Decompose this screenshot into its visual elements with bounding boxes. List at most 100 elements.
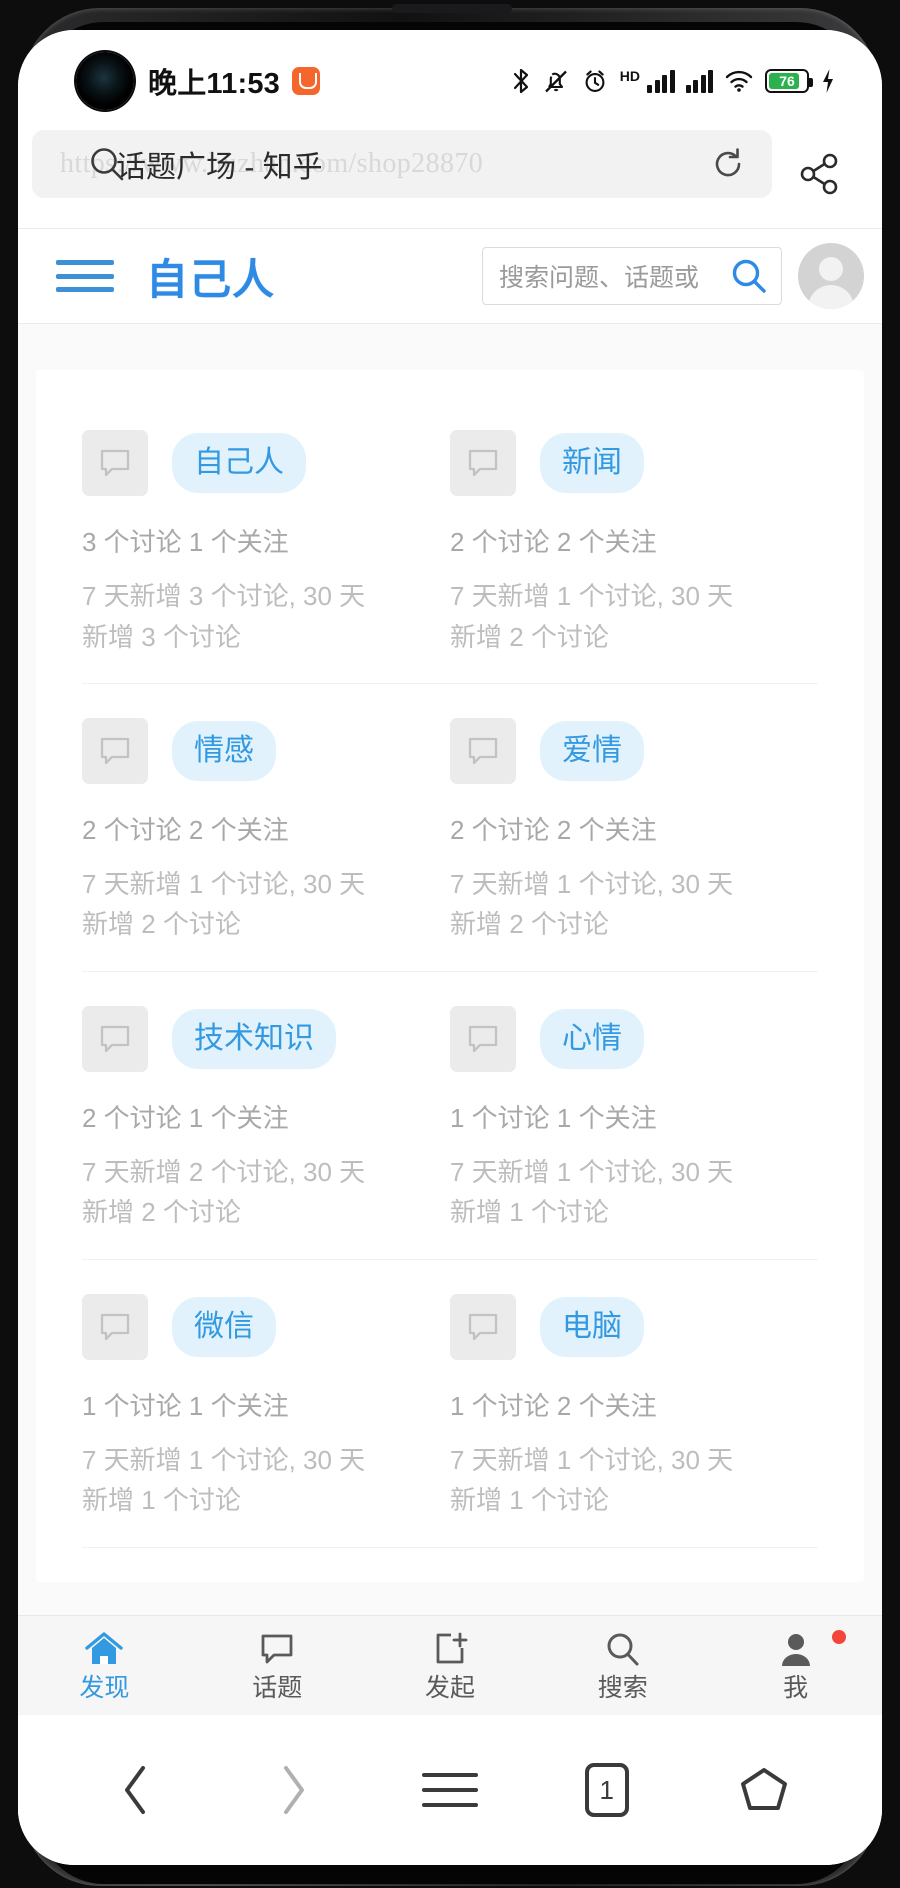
tab-topics[interactable]: 话题 xyxy=(191,1616,364,1715)
topic-header: 心情 xyxy=(450,1005,800,1072)
speech-bubble-icon xyxy=(82,717,148,784)
topic-header: 情感 xyxy=(82,717,432,784)
speech-bubble-icon xyxy=(82,1293,148,1360)
search-icon xyxy=(603,1630,643,1670)
charging-icon xyxy=(823,69,833,93)
tab-discover[interactable]: 发现 xyxy=(18,1616,191,1715)
topic-name-pill[interactable]: 爱情 xyxy=(540,720,644,781)
table-row: 技术知识 2 个讨论 1 个关注 7 天新增 2 个讨论, 30 天新增 2 个… xyxy=(82,1005,818,1260)
topic-card[interactable]: 情感 2 个讨论 2 个关注 7 天新增 1 个讨论, 30 天新增 2 个讨论 xyxy=(82,717,450,945)
compose-plus-icon xyxy=(429,1630,471,1670)
chevron-right-icon[interactable] xyxy=(215,1715,372,1865)
avatar-head xyxy=(819,257,843,281)
topic-growth: 7 天新增 1 个讨论, 30 天新增 1 个讨论 xyxy=(450,1444,734,1516)
topic-card[interactable]: 新闻 2 个讨论 2 个关注 7 天新增 1 个讨论, 30 天新增 2 个讨论 xyxy=(450,430,818,657)
share-icon[interactable] xyxy=(794,148,846,200)
status-badge xyxy=(831,1630,846,1644)
tab-create-label: 发起 xyxy=(424,1674,475,1702)
site-header: 自己人 搜索问题、话题或 xyxy=(18,228,882,324)
tab-topics-label: 话题 xyxy=(252,1674,303,1702)
tab-search[interactable]: 搜索 xyxy=(536,1616,709,1715)
topic-name-pill[interactable]: 情感 xyxy=(172,720,276,781)
topic-header: 新闻 xyxy=(450,430,800,496)
hamburger-menu-icon[interactable] xyxy=(372,1715,529,1865)
topic-stats: 1 个讨论 1 个关注 xyxy=(82,1390,289,1421)
bluetooth-icon xyxy=(513,68,528,94)
front-camera-icon xyxy=(76,52,134,110)
browser-url-bar[interactable]: https://www.huzhan.com/shop28870 话题广场 - … xyxy=(32,130,772,198)
topic-stats: 1 个讨论 1 个关注 xyxy=(450,1102,657,1133)
speech-bubble-icon xyxy=(450,717,516,784)
tab-create[interactable]: 发起 xyxy=(364,1616,537,1715)
battery-percent: 76 xyxy=(779,73,795,89)
topic-card[interactable]: 微信 1 个讨论 1 个关注 7 天新增 1 个讨论, 30 天新增 1 个讨论 xyxy=(82,1293,450,1521)
topic-growth: 7 天新增 1 个讨论, 30 天新增 1 个讨论 xyxy=(82,1444,366,1516)
url-bar-content[interactable]: https://www.huzhan.com/shop28870 话题广场 - … xyxy=(54,130,692,198)
page-title: 话题广场 - 知乎 xyxy=(116,151,323,184)
status-time: 晚上11:53 xyxy=(148,68,280,100)
phone-frame: 晚上11:53 HD 76 https://www.huzhan.com/sho… xyxy=(0,0,900,1888)
home-pentagon-icon[interactable] xyxy=(685,1715,842,1865)
hd-icon: HD xyxy=(619,68,640,84)
topic-name-pill[interactable]: 技术知识 xyxy=(172,1008,336,1069)
phone-screen: 晚上11:53 HD 76 https://www.huzhan.com/sho… xyxy=(18,30,882,1865)
home-icon xyxy=(83,1630,125,1670)
signal-sim2-icon xyxy=(685,69,713,93)
table-row: 情感 2 个讨论 2 个关注 7 天新增 1 个讨论, 30 天新增 2 个讨论 xyxy=(82,717,818,972)
topic-header: 技术知识 xyxy=(82,1005,432,1072)
search-input[interactable]: 搜索问题、话题或 xyxy=(482,247,782,305)
topic-stats: 2 个讨论 2 个关注 xyxy=(450,814,657,845)
topic-name-pill[interactable]: 自己人 xyxy=(172,433,306,493)
topic-growth: 7 天新增 1 个讨论, 30 天新增 2 个讨论 xyxy=(82,869,366,940)
avatar-body xyxy=(808,285,854,309)
search-icon xyxy=(91,148,124,181)
speech-bubble-icon xyxy=(450,1005,516,1072)
person-icon xyxy=(777,1630,815,1670)
chevron-left-icon[interactable] xyxy=(58,1715,215,1865)
topic-stats: 2 个讨论 1 个关注 xyxy=(82,1102,289,1133)
site-logo[interactable]: 自己人 xyxy=(146,246,275,307)
topic-stats: 1 个讨论 2 个关注 xyxy=(450,1390,657,1421)
topic-name-pill[interactable]: 电脑 xyxy=(540,1296,644,1357)
tab-me-label: 我 xyxy=(783,1674,809,1702)
topic-card[interactable]: 电脑 1 个讨论 2 个关注 7 天新增 1 个讨论, 30 天新增 1 个讨论 xyxy=(450,1293,818,1521)
topic-name-pill[interactable]: 微信 xyxy=(172,1296,276,1357)
hamburger-menu-icon[interactable] xyxy=(56,254,114,298)
screen-viewport: 晚上11:53 HD 76 https://www.huzhan.com/sho… xyxy=(18,30,882,1865)
topic-name-pill[interactable]: 心情 xyxy=(540,1008,644,1069)
alarm-icon xyxy=(585,70,605,92)
table-row: 自己人 3 个讨论 1 个关注 7 天新增 3 个讨论, 30 天新增 3 个讨… xyxy=(82,426,818,684)
speech-bubble-icon xyxy=(450,430,516,496)
topic-growth: 7 天新增 1 个讨论, 30 天新增 2 个讨论 xyxy=(450,869,734,940)
topic-header: 电脑 xyxy=(450,1293,800,1360)
topic-growth: 7 天新增 3 个讨论, 30 天新增 3 个讨论 xyxy=(82,581,366,652)
speech-bubble-icon xyxy=(257,1630,297,1670)
status-bar: 晚上11:53 HD 76 xyxy=(18,38,882,124)
tab-me[interactable]: 我 xyxy=(709,1616,882,1715)
speech-bubble-icon xyxy=(450,1293,516,1360)
topic-card[interactable]: 技术知识 2 个讨论 1 个关注 7 天新增 2 个讨论, 30 天新增 2 个… xyxy=(82,1005,450,1233)
tab-discover-label: 发现 xyxy=(79,1674,130,1702)
orange-app-badge-icon xyxy=(291,67,320,95)
wifi-icon xyxy=(725,70,753,92)
table-row: 微信 1 个讨论 1 个关注 7 天新增 1 个讨论, 30 天新增 1 个讨论 xyxy=(82,1293,818,1548)
bottom-tab-bar: 发现 话题 发起 搜索 我 xyxy=(18,1615,882,1715)
topic-card[interactable]: 心情 1 个讨论 1 个关注 7 天新增 1 个讨论, 30 天新增 1 个讨论 xyxy=(450,1005,818,1233)
mute-bell-icon xyxy=(544,70,567,93)
android-system-nav: 1 xyxy=(18,1715,882,1865)
topic-header: 自己人 xyxy=(82,430,432,496)
topic-stats: 2 个讨论 2 个关注 xyxy=(450,527,657,557)
topic-card[interactable]: 自己人 3 个讨论 1 个关注 7 天新增 3 个讨论, 30 天新增 3 个讨… xyxy=(82,430,450,657)
search-icon[interactable] xyxy=(729,256,769,296)
topic-name-pill[interactable]: 新闻 xyxy=(540,433,644,493)
reload-icon[interactable] xyxy=(706,142,750,186)
search-input-placeholder: 搜索问题、话题或 xyxy=(499,264,700,292)
tab-count-label: 1 xyxy=(584,1763,629,1817)
tab-count-button[interactable]: 1 xyxy=(528,1715,685,1865)
topic-header: 微信 xyxy=(82,1293,432,1360)
topic-card[interactable]: 爱情 2 个讨论 2 个关注 7 天新增 1 个讨论, 30 天新增 2 个讨论 xyxy=(450,717,818,945)
topic-growth: 7 天新增 1 个讨论, 30 天新增 1 个讨论 xyxy=(450,1157,734,1228)
topic-header: 爱情 xyxy=(450,717,800,784)
status-icons: HD 76 xyxy=(511,67,836,95)
avatar[interactable] xyxy=(798,243,864,309)
